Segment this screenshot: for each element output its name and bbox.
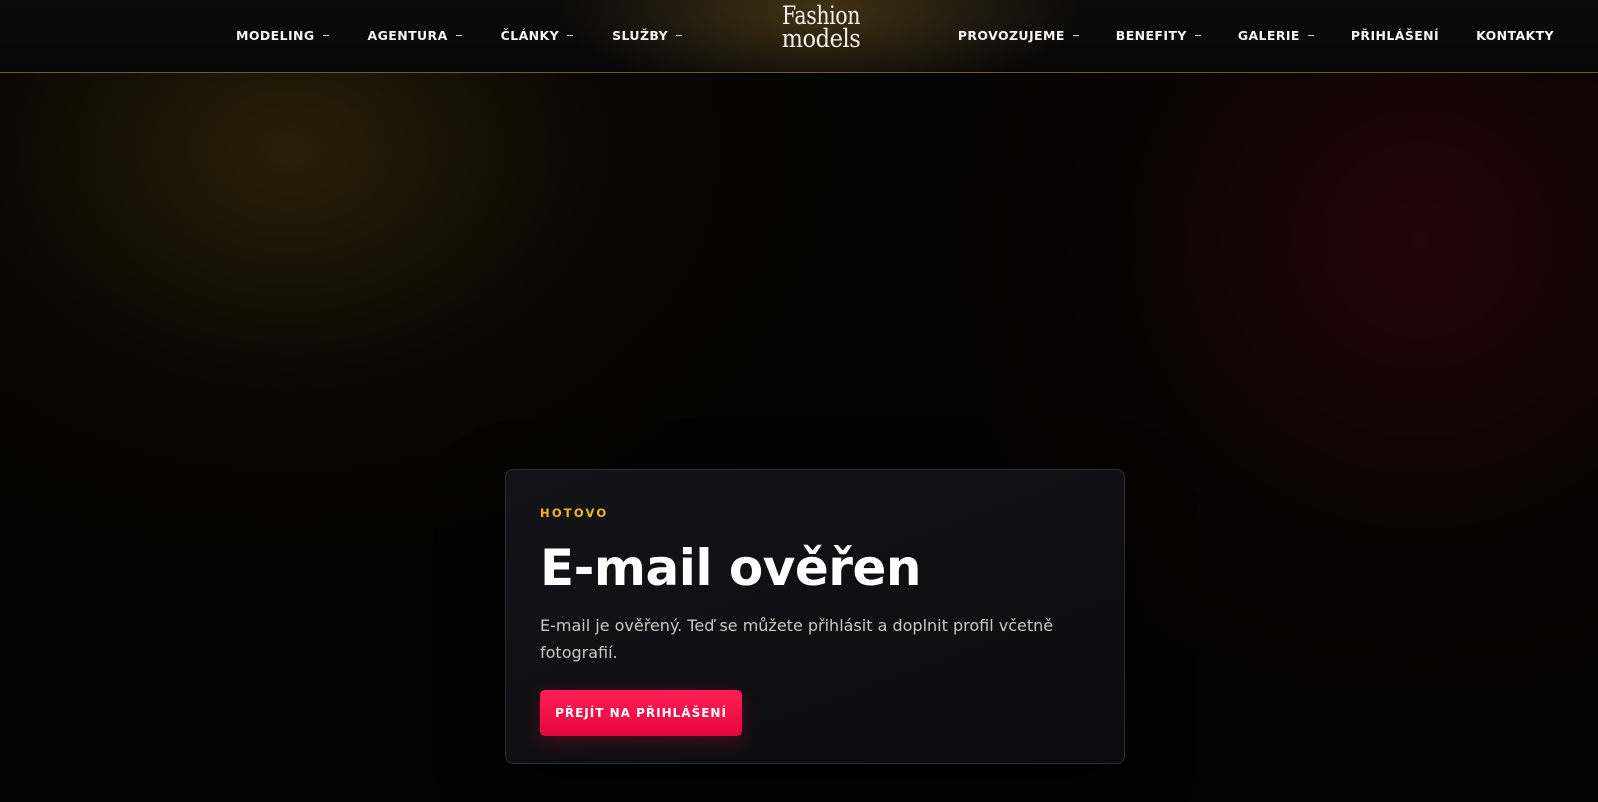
status-eyebrow: HOTOVO: [540, 506, 609, 520]
card-description: E-mail je ověřený. Teď se můžete přihlás…: [540, 616, 1054, 662]
nav-item-label: SLUŽBY: [612, 27, 669, 43]
chevron-down-icon: [455, 30, 462, 40]
chevron-down-icon: [567, 30, 574, 40]
email-verified-card: HOTOVO E-mail ověřen E-mail je ověřený. …: [505, 469, 1125, 764]
nav-item-label: AGENTURA: [367, 27, 448, 43]
chevron-down-icon: [1072, 30, 1079, 40]
nav-item-kontakty[interactable]: KONTAKTY: [1476, 28, 1554, 43]
nav-item-label: KONTAKTY: [1476, 27, 1554, 43]
nav-left: MODELING AGENTURA ČLÁNKY SLUŽBY: [236, 0, 721, 70]
chevron-down-icon: [676, 30, 683, 40]
go-to-login-button[interactable]: PŘEJÍT NA PŘIHLÁŠENÍ: [540, 690, 742, 736]
page-title: E-mail ověřen: [540, 539, 921, 597]
nav-item-label: BENEFITY: [1115, 27, 1187, 43]
nav-item-label: MODELING: [236, 27, 315, 43]
nav-item-label: GALERIE: [1237, 27, 1300, 43]
chevron-down-icon: [1194, 30, 1201, 40]
nav-item-label: PŘIHLÁŠENÍ: [1350, 27, 1440, 43]
chevron-down-icon: [322, 30, 329, 40]
nav-item-provozujeme[interactable]: PROVOZUJEME: [958, 28, 1079, 43]
nav-item-benefity[interactable]: BENEFITY: [1116, 28, 1201, 43]
nav-item-label: PROVOZUJEME: [957, 27, 1065, 43]
nav-item-galerie[interactable]: GALERIE: [1238, 28, 1314, 43]
page: MODELING AGENTURA ČLÁNKY SLUŽBY Fashion …: [0, 0, 1598, 802]
nav-item-label: ČLÁNKY: [500, 27, 560, 43]
logo-line-models: models: [781, 24, 861, 53]
nav-right: PROVOZUJEME BENEFITY GALERIE PŘIHLÁŠENÍ …: [921, 0, 1554, 70]
site-header: MODELING AGENTURA ČLÁNKY SLUŽBY Fashion …: [0, 0, 1598, 73]
nav-item-modeling[interactable]: MODELING: [236, 28, 329, 43]
nav-item-clanky[interactable]: ČLÁNKY: [500, 27, 574, 43]
nav-item-agentura[interactable]: AGENTURA: [368, 28, 462, 43]
site-logo[interactable]: Fashion models: [773, 3, 869, 60]
nav-item-sluzby[interactable]: SLUŽBY: [612, 27, 683, 43]
nav-item-prihlaseni[interactable]: PŘIHLÁŠENÍ: [1351, 28, 1439, 43]
chevron-down-icon: [1307, 30, 1314, 40]
